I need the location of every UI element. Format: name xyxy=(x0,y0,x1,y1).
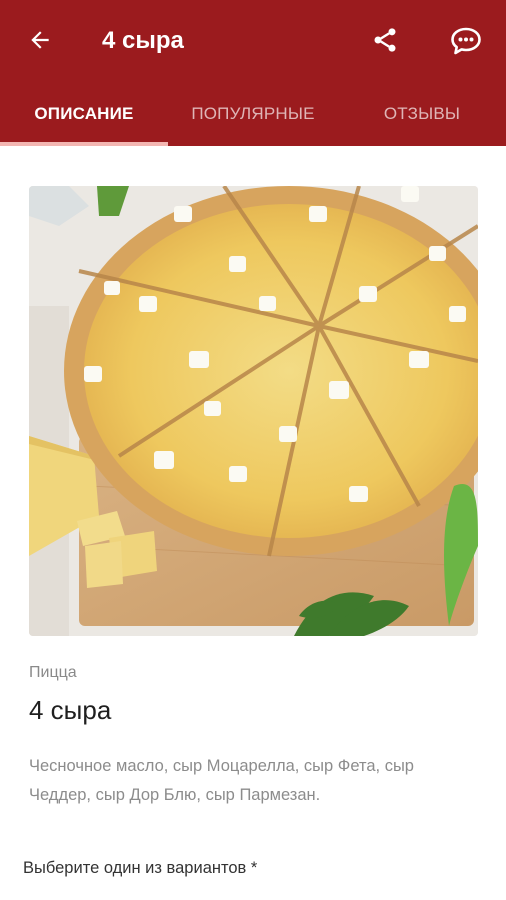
tab-bar: ОПИСАНИЕ ПОПУЛЯРНЫЕ ОТЗЫВЫ xyxy=(0,82,506,146)
product-ingredients: Чесночное масло, сыр Моцарелла, сыр Фета… xyxy=(29,757,414,804)
share-icon xyxy=(374,28,396,52)
app-bar: 4 сыра ОПИСАНИЕ ПОПУЛЯРНЫЕ ОТЗЫВЫ xyxy=(0,0,506,146)
chat-bubble-icon xyxy=(451,27,481,55)
share-button[interactable] xyxy=(368,22,402,58)
active-tab-indicator xyxy=(0,142,168,146)
page-title: 4 сыра xyxy=(102,27,184,54)
product-name: 4 сыра xyxy=(29,695,112,725)
arrow-back-icon xyxy=(31,31,49,49)
options-label: Выберите один из вариантов * xyxy=(23,859,258,877)
back-button[interactable] xyxy=(22,22,58,58)
tab-popular[interactable]: ПОПУЛЯРНЫЕ xyxy=(168,82,338,146)
tab-reviews[interactable]: ОТЗЫВЫ xyxy=(338,82,506,146)
product-image xyxy=(29,186,478,636)
product-category: Пицца xyxy=(29,664,77,681)
tab-description[interactable]: ОПИСАНИЕ xyxy=(0,82,168,146)
pizza-illustration xyxy=(29,186,478,636)
toolbar: 4 сыра xyxy=(0,0,506,82)
chat-button[interactable] xyxy=(447,22,485,60)
